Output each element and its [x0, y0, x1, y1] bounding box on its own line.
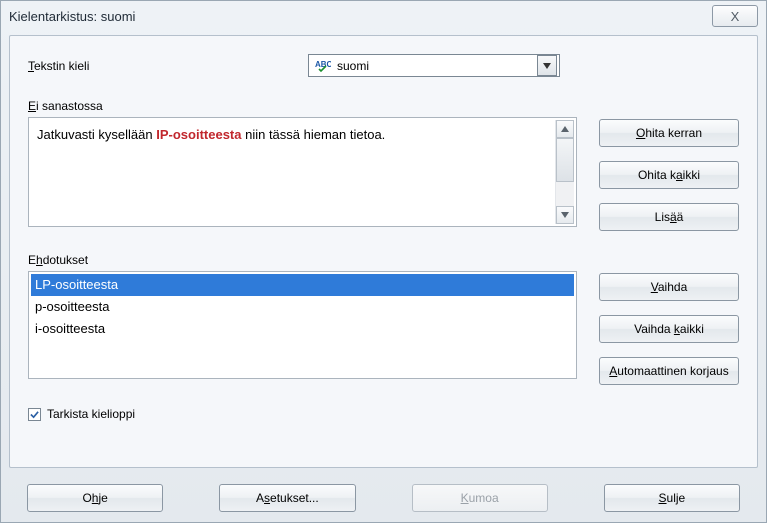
language-combo[interactable]: ABC suomi: [308, 54, 560, 77]
ignore-button-group: Ohita kerran Ohita kaikki Lisää: [599, 117, 739, 231]
sentence-after: niin tässä hieman tietoa.: [241, 127, 385, 142]
scroll-down-icon[interactable]: [556, 206, 574, 224]
change-button[interactable]: Vaihda: [599, 273, 739, 301]
list-item[interactable]: p-osoitteesta: [31, 296, 574, 318]
list-item[interactable]: LP-osoitteesta: [31, 274, 574, 296]
chevron-down-icon[interactable]: [537, 55, 557, 76]
content-area: Tekstin kieli ABC suomi Ei sanastossa: [9, 35, 758, 468]
autocorrect-button[interactable]: Automaattinen korjaus: [599, 357, 739, 385]
scroll-up-icon[interactable]: [556, 120, 574, 138]
language-value: suomi: [337, 59, 537, 73]
footer-buttons: Ohje Asetukset... Kumoa Sulje: [9, 484, 758, 512]
add-button[interactable]: Lisää: [599, 203, 739, 231]
change-button-group: Vaihda Vaihda kaikki Automaattinen korja…: [599, 271, 739, 385]
misspelled-word: IP-osoitteesta: [156, 127, 241, 142]
scroll-track: [556, 182, 574, 206]
scroll-thumb[interactable]: [556, 138, 574, 182]
svg-text:ABC: ABC: [315, 60, 331, 69]
close-icon[interactable]: X: [712, 5, 758, 27]
not-in-dict-label: Ei sanastossa: [28, 99, 739, 113]
change-all-button[interactable]: Vaihda kaikki: [599, 315, 739, 343]
close-button[interactable]: Sulje: [604, 484, 740, 512]
suggestions-listbox[interactable]: LP-osoitteesta p-osoitteesta i-osoittees…: [28, 271, 577, 379]
context-textbox[interactable]: Jatkuvasti kysellään IP-osoitteesta niin…: [28, 117, 577, 227]
textbox-scrollbar[interactable]: [555, 120, 574, 224]
ignore-once-button[interactable]: Ohita kerran: [599, 119, 739, 147]
language-row: Tekstin kieli ABC suomi: [28, 54, 739, 77]
ignore-all-button[interactable]: Ohita kaikki: [599, 161, 739, 189]
checkbox-checked-icon[interactable]: [28, 408, 41, 421]
check-grammar-row[interactable]: Tarkista kielioppi: [28, 407, 739, 421]
sentence-before: Jatkuvasti kysellään: [37, 127, 156, 142]
titlebar: Kielentarkistus: suomi X: [1, 1, 766, 31]
language-label: Tekstin kieli: [28, 59, 308, 73]
window-title: Kielentarkistus: suomi: [9, 9, 712, 24]
spellcheck-dialog: Kielentarkistus: suomi X Tekstin kieli A…: [0, 0, 767, 523]
undo-button: Kumoa: [412, 484, 548, 512]
list-item[interactable]: i-osoitteesta: [31, 318, 574, 340]
settings-button[interactable]: Asetukset...: [219, 484, 355, 512]
check-grammar-label: Tarkista kielioppi: [47, 407, 135, 421]
help-button[interactable]: Ohje: [27, 484, 163, 512]
suggestions-label: Ehdotukset: [28, 253, 739, 267]
spellcheck-icon: ABC: [315, 58, 331, 74]
